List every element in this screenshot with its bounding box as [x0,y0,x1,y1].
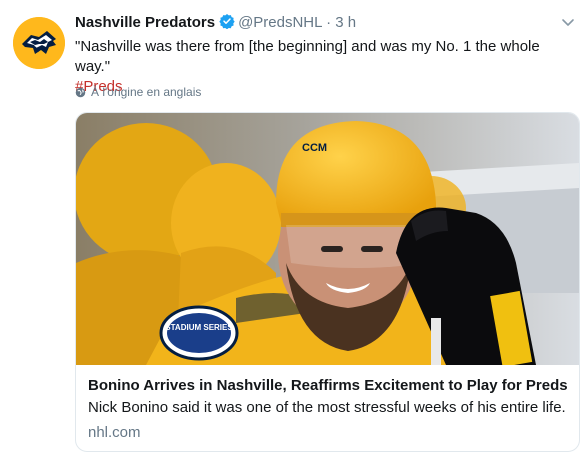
link-card[interactable]: CCM STADIUM SERIES Bonino Arrives in Nas… [75,112,580,452]
card-title[interactable]: Bonino Arrives in Nashville, Reaffirms E… [88,376,573,396]
card-domain[interactable]: nhl.com [88,423,573,443]
card-description: Nick Bonino said it was one of the most … [88,399,566,416]
author-handle[interactable]: @PredsNHL [238,14,322,31]
translate-label: À l'origine en anglais [91,85,202,99]
translate-link[interactable]: À l'origine en anglais [75,85,201,99]
chevron-down-icon[interactable] [560,14,576,35]
separator-dot: · [326,14,332,31]
avatar[interactable] [13,17,65,69]
card-body: Bonino Arrives in Nashville, Reaffirms E… [88,376,573,443]
helmet-brand: CCM [302,142,327,154]
predators-logo-icon [13,17,65,69]
stadium-series-patch: STADIUM SERIES [165,323,233,332]
tweet-header: Nashville Predators @PredsNHL · 3 h [75,13,356,35]
verified-badge-icon [219,13,235,35]
author-name[interactable]: Nashville Predators [75,14,215,31]
globe-icon [75,87,86,97]
tweet-quote: "Nashville was there from [the beginning… [75,38,540,75]
tweet-timestamp[interactable]: 3 h [335,14,356,31]
card-image: CCM STADIUM SERIES [76,113,579,365]
